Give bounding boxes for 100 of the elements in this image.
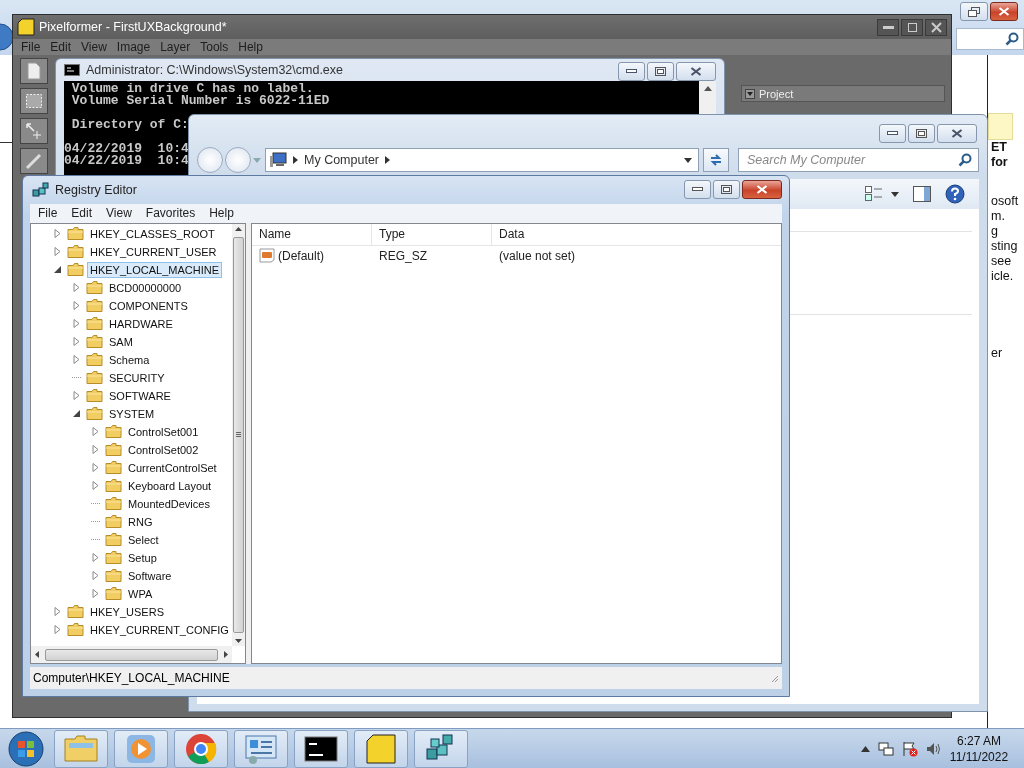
folder-icon [67,262,84,278]
menu-item[interactable]: File [38,206,58,221]
tool-button[interactable] [20,88,48,114]
maximize-button[interactable] [901,18,923,36]
menu-item[interactable]: Edit [71,206,93,221]
minimize-button[interactable] [684,180,711,200]
column-header[interactable]: Type [372,223,492,245]
expand-icon[interactable] [53,625,62,635]
tree-item[interactable]: HKEY_USERS [87,603,167,620]
network-icon[interactable] [878,740,894,757]
tree-item[interactable]: HKEY_CURRENT_CONFIG [87,621,232,638]
tool-button[interactable] [20,148,48,174]
expand-icon[interactable] [91,445,100,455]
collapse-icon[interactable] [72,409,81,419]
clock[interactable]: 6:27 AM 11/11/2022 [950,732,1008,765]
menu-item[interactable]: File [21,40,41,54]
expand-icon[interactable] [91,571,100,581]
tree-item[interactable]: Keyboard Layout [125,477,215,494]
search-field[interactable]: Search My Computer [738,148,979,172]
expand-icon[interactable] [53,607,62,617]
chevron-icon [385,156,391,164]
status-text: Computer\HKEY_LOCAL_MACHINE [33,671,230,686]
tree-item[interactable]: Setup [125,549,160,566]
maximize-button[interactable] [713,180,740,200]
tree-item[interactable]: HARDWARE [106,315,176,332]
expand-icon[interactable] [72,301,81,311]
tree-item[interactable]: Select [125,531,162,548]
tree-item[interactable]: HKEY_CURRENT_USER [87,243,220,260]
help-icon[interactable] [945,184,965,204]
expand-icon[interactable] [72,337,81,347]
tree-item[interactable]: SECURITY [106,369,168,386]
close-button[interactable] [990,2,1018,21]
expand-icon[interactable] [53,229,62,239]
tree-item[interactable]: WPA [125,585,156,602]
dropdown-icon[interactable] [684,157,693,163]
menu-item[interactable]: Help [209,206,234,221]
menu-item[interactable]: Help [238,40,263,54]
menu-item[interactable]: View [81,40,107,54]
collapse-icon[interactable] [53,265,62,275]
tree-item[interactable]: Schema [106,351,153,368]
menu-item[interactable]: Image [116,40,151,54]
menu-item[interactable]: Tools [200,40,229,54]
expand-icon[interactable] [72,319,81,329]
tree-item[interactable]: HKEY_CLASSES_ROOT [87,225,218,242]
expand-icon[interactable] [72,391,81,401]
flag-icon[interactable] [902,740,918,757]
tree-item[interactable]: SOFTWARE [106,387,174,404]
tool-button[interactable] [20,58,48,84]
tree-item[interactable]: Software [125,567,175,584]
close-button[interactable] [742,180,782,200]
close-button[interactable] [925,18,947,36]
minimize-button[interactable] [618,61,645,81]
expand-icon[interactable] [91,481,100,491]
address-field[interactable]: My Computer [265,148,700,172]
article-text: ET [991,140,1008,155]
console-text: 04/22/2019 10:4 [64,155,189,167]
article-text: g [991,224,999,239]
tree-item[interactable]: CurrentControlSet [125,459,220,476]
tree-item[interactable]: HKEY_LOCAL_MACHINE [87,261,222,278]
expand-icon[interactable] [53,247,62,257]
tree-item[interactable]: SAM [106,333,136,350]
close-button[interactable] [676,61,716,81]
maximize-button[interactable] [908,124,935,143]
panel-header[interactable]: Project [741,85,945,102]
tree-item[interactable]: COMPONENTS [106,297,191,314]
tree-item[interactable]: ControlSet001 [125,423,202,440]
menu-item[interactable]: Favorites [145,206,196,221]
expand-icon[interactable] [72,355,81,365]
menu-item[interactable]: Edit [50,40,72,54]
minimize-button[interactable] [877,18,899,36]
column-header[interactable]: Data [492,223,781,245]
taskbar-button[interactable] [294,729,348,768]
column-header[interactable]: Name [252,223,372,245]
search-field[interactable] [956,28,1024,50]
terminal-icon [64,64,80,76]
tree-item[interactable]: BCD00000000 [106,279,185,296]
scrollbar[interactable] [232,223,245,647]
preview-pane-icon[interactable] [913,186,931,202]
close-button[interactable] [937,124,977,143]
tree-item[interactable]: MountedDevices [125,495,213,512]
dropdown-icon[interactable] [891,191,899,197]
view-icon[interactable] [865,186,883,202]
tree-item[interactable]: SYSTEM [106,405,158,422]
refresh-button[interactable] [703,148,729,172]
expand-icon[interactable] [91,553,100,563]
tree-item[interactable]: ControlSet002 [125,441,202,458]
menu-item[interactable]: View [106,206,132,221]
menu-item[interactable]: Layer [160,40,191,54]
scrollbar[interactable] [31,646,232,664]
close-icon [998,7,1010,16]
minimize-button[interactable] [879,124,906,143]
expand-icon[interactable] [91,427,100,437]
maximize-button[interactable] [647,61,674,81]
expand-icon[interactable] [91,589,100,599]
tree-item[interactable]: RNG [125,513,156,530]
expand-icon[interactable] [91,463,100,473]
expand-icon[interactable] [72,283,81,293]
show-hidden-icon[interactable] [861,745,870,752]
restore-button[interactable] [960,2,988,21]
tool-button[interactable] [20,118,48,144]
